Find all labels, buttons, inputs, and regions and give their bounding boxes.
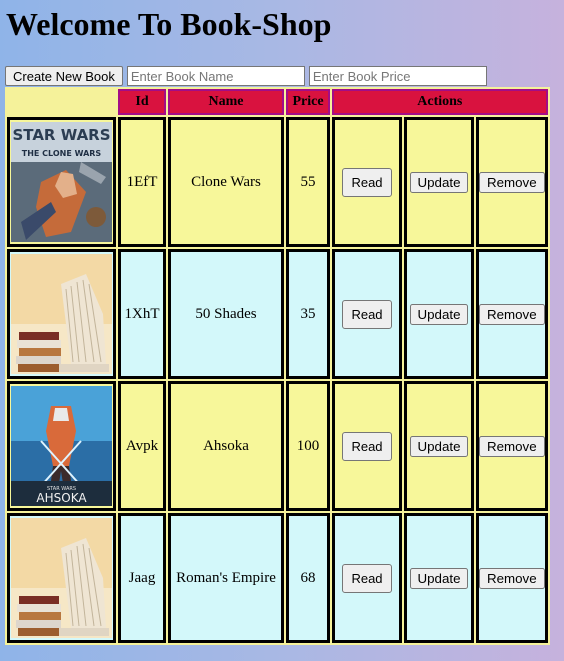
remove-button[interactable]: Remove <box>479 303 545 325</box>
book-price: 55 <box>286 117 330 247</box>
read-cell: Read <box>332 117 402 247</box>
svg-text:AHSOKA: AHSOKA <box>36 491 87 505</box>
read-button[interactable]: Read <box>342 299 392 329</box>
read-button[interactable]: Read <box>342 563 392 593</box>
read-button[interactable]: Read <box>342 167 392 197</box>
cover-cell <box>7 249 116 379</box>
book-name: 50 Shades <box>168 249 284 379</box>
page-title: Welcome To Book-Shop <box>6 6 332 42</box>
update-cell: Update <box>404 513 474 643</box>
read-cell: Read <box>332 249 402 379</box>
book-id: Avpk <box>118 381 166 511</box>
book-price: 68 <box>286 513 330 643</box>
svg-text:STAR WARS: STAR WARS <box>12 126 110 144</box>
header-name: Name <box>168 89 284 115</box>
remove-cell: Remove <box>476 381 548 511</box>
header-cover <box>7 89 116 115</box>
update-button[interactable]: Update <box>409 171 469 193</box>
book-price: 100 <box>286 381 330 511</box>
update-button[interactable]: Update <box>409 435 469 457</box>
book-name: Clone Wars <box>168 117 284 247</box>
create-book-button[interactable]: Create New Book <box>5 66 123 86</box>
cover-cell <box>7 513 116 643</box>
book-form: Create New Book <box>5 66 487 86</box>
book-name: Ahsoka <box>168 381 284 511</box>
book-stack-cover <box>11 254 112 374</box>
remove-cell: Remove <box>476 117 548 247</box>
ahsoka-cover: STAR WARS AHSOKA <box>11 386 112 506</box>
book-name-input[interactable] <box>126 66 305 86</box>
remove-button[interactable]: Remove <box>479 171 545 193</box>
read-cell: Read <box>332 381 402 511</box>
update-button[interactable]: Update <box>409 303 469 325</box>
table-row: STAR WARS AHSOKA Avpk Ahsoka 100 Read Up… <box>7 381 548 511</box>
remove-button[interactable]: Remove <box>479 567 545 589</box>
cover-cell: STAR WARS THE CLONE WARS <box>7 117 116 247</box>
remove-cell: Remove <box>476 513 548 643</box>
book-id: Jaag <box>118 513 166 643</box>
update-cell: Update <box>404 381 474 511</box>
remove-button[interactable]: Remove <box>479 435 545 457</box>
book-price: 35 <box>286 249 330 379</box>
book-id: 1XhT <box>118 249 166 379</box>
read-button[interactable]: Read <box>342 431 392 461</box>
header-price: Price <box>286 89 330 115</box>
star-wars-clone-wars-cover: STAR WARS THE CLONE WARS <box>11 122 112 242</box>
table-row: STAR WARS THE CLONE WARS 1EfT Clone Wars… <box>7 117 548 247</box>
books-table: Id Name Price Actions STAR WARS THE CLON… <box>5 87 550 645</box>
update-cell: Update <box>404 249 474 379</box>
header-actions: Actions <box>332 89 548 115</box>
book-id: 1EfT <box>118 117 166 247</box>
update-button[interactable]: Update <box>409 567 469 589</box>
svg-text:THE CLONE WARS: THE CLONE WARS <box>22 149 102 158</box>
book-price-input[interactable] <box>308 66 487 86</box>
table-row: 1XhT 50 Shades 35 Read Update Remove <box>7 249 548 379</box>
book-name: Roman's Empire <box>168 513 284 643</box>
header-id: Id <box>118 89 166 115</box>
cover-cell: STAR WARS AHSOKA <box>7 381 116 511</box>
remove-cell: Remove <box>476 249 548 379</box>
book-stack-cover <box>11 518 112 638</box>
table-row: Jaag Roman's Empire 68 Read Update Remov… <box>7 513 548 643</box>
update-cell: Update <box>404 117 474 247</box>
read-cell: Read <box>332 513 402 643</box>
